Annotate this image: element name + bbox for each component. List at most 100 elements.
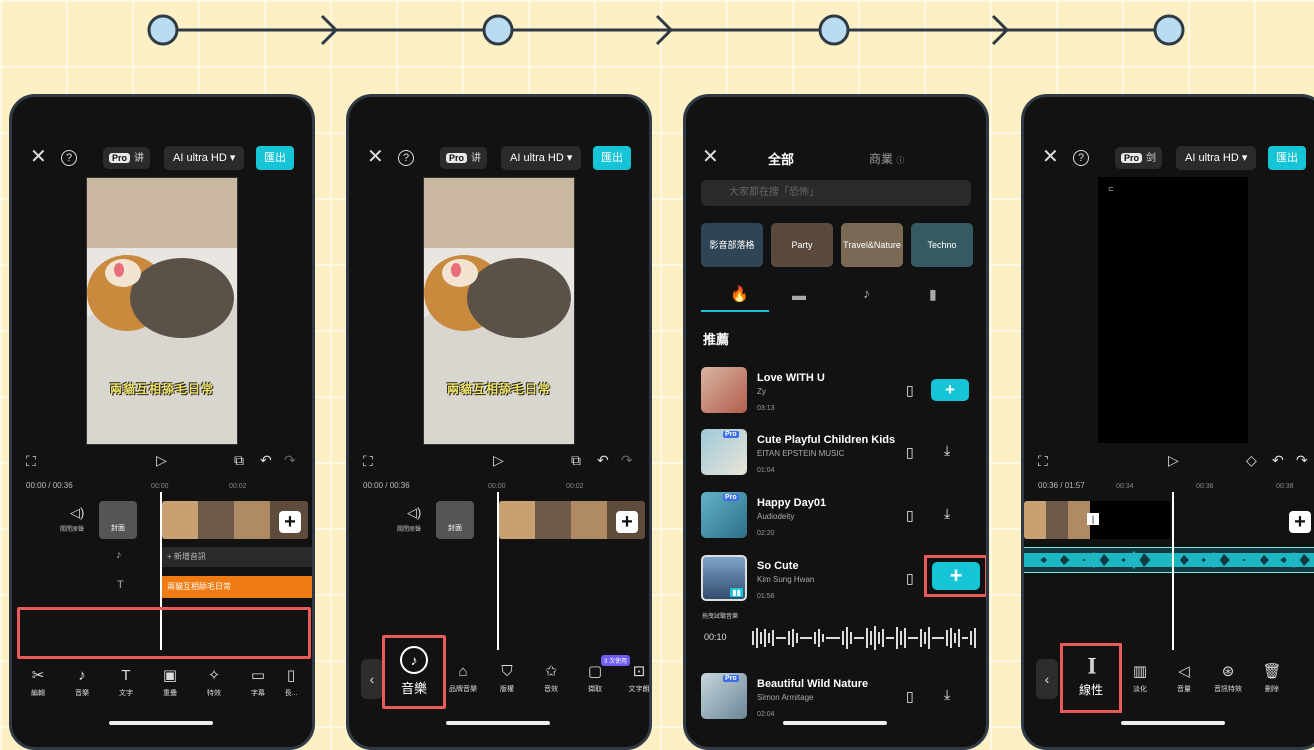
quality-dropdown[interactable]: AI ultra HD ▾: [501, 146, 582, 170]
back-button[interactable]: ‹: [1036, 659, 1058, 699]
pro-button[interactable]: Pro 讲: [440, 147, 488, 169]
fullscreen-icon[interactable]: ⛶: [363, 453, 373, 470]
tool-copyright[interactable]: ⛉ 版權: [489, 663, 525, 694]
tool-more[interactable]: ▯ 長...: [284, 667, 298, 698]
close-icon[interactable]: ✕: [1042, 147, 1059, 167]
phone-editor-step2: ✕ ? Pro 讲 AI ultra HD ▾ 匯出 兩貓互相舔毛日常 ⛶ ▷ ⧉…: [346, 94, 652, 750]
song-item[interactable]: Pro Cute Playful Children Kids EITAN EPS…: [701, 427, 971, 479]
tool-sound-effects[interactable]: ✩ 音效: [533, 663, 569, 694]
undo-icon[interactable]: ↶: [260, 452, 272, 469]
drag-hint: 拖曳試聽音樂: [702, 614, 739, 620]
category-vlog[interactable]: 影音部落格: [701, 223, 763, 267]
undo-icon[interactable]: ↶: [597, 452, 609, 469]
music-tool-highlighted[interactable]: ♪ 音樂: [382, 635, 446, 709]
step-node: [147, 14, 179, 46]
playhead[interactable]: [1172, 492, 1174, 650]
tab-commercial[interactable]: 商業 ⓘ: [869, 150, 904, 167]
tiktok-tab-icon[interactable]: ♪: [863, 285, 870, 301]
undo-icon[interactable]: ↶: [1272, 452, 1284, 469]
bookmark-icon[interactable]: ▯: [906, 507, 914, 524]
tool-extract[interactable]: ▢ 擷取: [577, 663, 613, 694]
tool-brand-music[interactable]: ⌂ 品牌音樂: [445, 663, 481, 694]
fullscreen-icon[interactable]: ⛶: [1038, 453, 1048, 470]
tool-captions[interactable]: ▭ 字幕: [240, 667, 276, 698]
tool-volume[interactable]: ◁ 音量: [1166, 663, 1202, 694]
category-party[interactable]: Party: [771, 223, 833, 267]
timecode: 00:00 / 00:36: [363, 481, 410, 490]
tool-text[interactable]: T 文字: [108, 667, 144, 698]
bookmark-icon[interactable]: ▯: [906, 444, 914, 461]
play-icon[interactable]: ▷: [156, 452, 167, 469]
tab-all[interactable]: 全部: [768, 149, 794, 168]
folder-tab-icon[interactable]: ▬: [792, 287, 806, 303]
speaker-icon[interactable]: ◁): [407, 505, 421, 521]
tool-fade[interactable]: ▥ 淡化: [1122, 663, 1158, 694]
song-item[interactable]: Pro Happy Day01 Audiodeity 02:20 ▯ ⤓: [701, 490, 971, 542]
back-button[interactable]: ‹: [361, 659, 383, 699]
tool-delete[interactable]: 🗑 刪除: [1254, 663, 1290, 694]
redo-icon[interactable]: ↷: [621, 452, 633, 469]
video-preview: 兩貓互相舔毛日常: [423, 177, 575, 445]
song-artwork: ▮▮: [701, 555, 747, 601]
bookmark-icon[interactable]: ▯: [906, 688, 914, 705]
add-clip-button[interactable]: +: [279, 511, 301, 533]
help-icon[interactable]: ?: [61, 150, 77, 166]
search-input[interactable]: 大家都在搜「恐怖」: [701, 180, 971, 206]
video-subtitle: 兩貓互相舔毛日常: [109, 382, 214, 396]
export-button[interactable]: 匯出: [256, 146, 294, 170]
tool-music[interactable]: ♪ 音樂: [64, 667, 100, 698]
bookmark-tab-icon[interactable]: ▮: [929, 286, 937, 303]
pro-button[interactable]: Pro 剑: [1115, 147, 1163, 169]
redo-icon[interactable]: ↷: [1296, 452, 1308, 469]
help-icon[interactable]: ?: [1073, 150, 1089, 166]
export-button[interactable]: 匯出: [1268, 146, 1306, 170]
add-song-button[interactable]: +: [931, 379, 969, 401]
tool-text-to-speech[interactable]: ⊡ 文字朗: [621, 663, 650, 694]
pro-button[interactable]: Pro 讲: [103, 147, 151, 169]
home-indicator: [783, 721, 887, 725]
playhead[interactable]: [497, 492, 499, 650]
video-preview-black: ⊏: [1098, 177, 1248, 443]
close-icon[interactable]: ✕: [367, 147, 384, 167]
add-audio-track[interactable]: + 新增音訊: [162, 547, 312, 567]
cover-button[interactable]: 封面: [99, 501, 137, 539]
song-artwork: [701, 367, 747, 413]
quality-dropdown[interactable]: AI ultra HD ▾: [1176, 146, 1257, 170]
transition-icon[interactable]: |: [1087, 513, 1099, 525]
close-icon[interactable]: ✕: [30, 147, 47, 167]
keyframe-icon[interactable]: ⧉: [234, 452, 244, 469]
audio-waveform-track[interactable]: [1024, 547, 1314, 573]
hot-tab-icon[interactable]: 🔥: [730, 285, 749, 303]
quality-dropdown[interactable]: AI ultra HD ▾: [164, 146, 245, 170]
add-song-button[interactable]: +: [932, 562, 980, 590]
bookmark-icon[interactable]: ▯: [906, 382, 914, 399]
fullscreen-icon[interactable]: ⛶: [26, 453, 36, 470]
song-item[interactable]: Love WITH U Zy 03:13 ▯ +: [701, 365, 971, 417]
close-icon[interactable]: ✕: [702, 147, 719, 167]
tool-edit[interactable]: ✂ 編輯: [20, 667, 56, 698]
download-icon[interactable]: ⤓: [944, 505, 950, 522]
bookmark-icon[interactable]: ▯: [906, 570, 914, 587]
cover-button[interactable]: 封面: [436, 501, 474, 539]
add-clip-button[interactable]: +: [616, 511, 638, 533]
song-item[interactable]: Pro Beautiful Wild Nature Simon Armitage…: [701, 671, 971, 723]
waveform-scrubber[interactable]: [752, 623, 980, 653]
tool-effects[interactable]: ✧ 特效: [196, 667, 232, 698]
tool-audio-effect[interactable]: ⊛ 音訊特效: [1210, 663, 1246, 694]
add-clip-button[interactable]: +: [1289, 511, 1311, 533]
category-techno[interactable]: Techno: [911, 223, 973, 267]
redo-icon[interactable]: ↷: [284, 452, 296, 469]
download-icon[interactable]: ⤓: [944, 686, 950, 703]
keyframe-icon[interactable]: ◇: [1246, 452, 1257, 469]
play-icon[interactable]: ▷: [493, 452, 504, 469]
keyframe-icon[interactable]: ⧉: [571, 452, 581, 469]
linear-tool-highlighted[interactable]: ][ 線性: [1060, 643, 1122, 713]
speaker-icon[interactable]: ◁): [70, 505, 84, 521]
play-icon[interactable]: ▷: [1168, 452, 1179, 469]
tool-overlay[interactable]: ▣ 重疊: [152, 667, 188, 698]
export-button[interactable]: 匯出: [593, 146, 631, 170]
text-clip[interactable]: 兩貓互相舔毛日常: [162, 576, 312, 598]
category-travel[interactable]: Travel&Nature: [841, 223, 903, 267]
download-icon[interactable]: ⤓: [944, 442, 950, 459]
help-icon[interactable]: ?: [398, 150, 414, 166]
